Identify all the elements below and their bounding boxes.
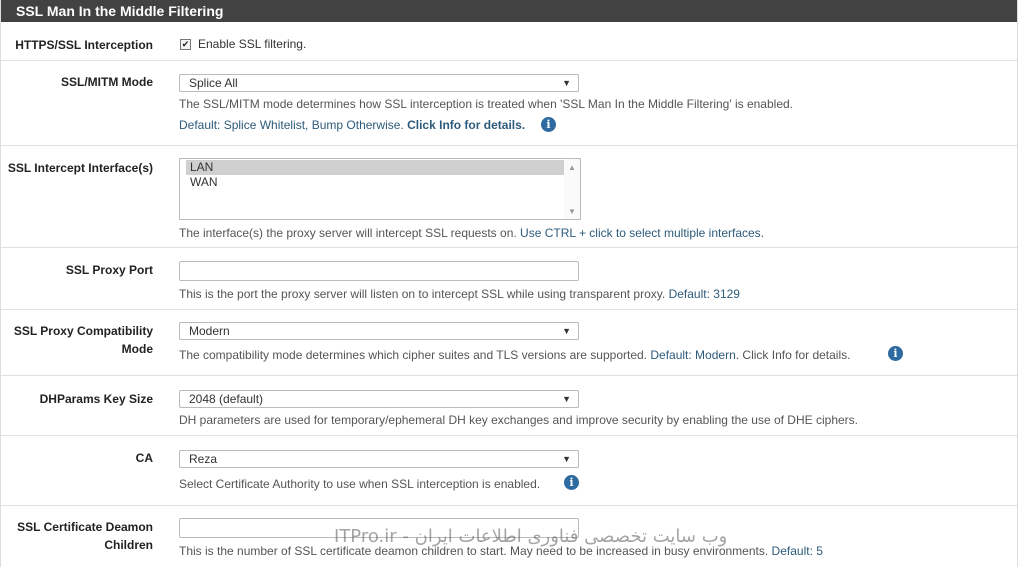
intercept-interfaces-help: The interface(s) the proxy server will i… bbox=[179, 226, 764, 240]
compat-mode-help-text: The compatibility mode determines which … bbox=[179, 348, 648, 362]
proxy-port-help: This is the port the proxy server will l… bbox=[179, 287, 740, 301]
ca-label: CA bbox=[135, 451, 153, 465]
compat-mode-label-line2: Mode bbox=[121, 342, 153, 356]
dhparams-label: DHParams Key Size bbox=[39, 392, 153, 406]
ca-value: Reza bbox=[189, 452, 218, 466]
mitm-mode-value: Splice All bbox=[189, 76, 238, 90]
compat-mode-help: The compatibility mode determines which … bbox=[179, 348, 850, 362]
info-circle-icon[interactable]: i bbox=[888, 346, 903, 361]
intercept-interfaces-help-suffix: Use CTRL + click to select multiple inte… bbox=[520, 226, 765, 240]
intercept-interfaces-listbox[interactable]: LAN WAN ▲ ▼ bbox=[179, 158, 581, 220]
info-circle-icon[interactable]: i bbox=[564, 475, 579, 490]
intercept-interfaces-label: SSL Intercept Interface(s) bbox=[7, 161, 153, 175]
proxy-port-default: Default: 3129 bbox=[668, 287, 740, 301]
caret-down-icon: ▼ bbox=[562, 454, 571, 464]
cert-daemon-label-line1: SSL Certificate Deamon bbox=[17, 520, 153, 534]
check-icon: ✔ bbox=[181, 39, 190, 49]
compat-mode-label-line1: SSL Proxy Compatibility bbox=[13, 324, 153, 338]
ca-help: Select Certificate Authority to use when… bbox=[179, 477, 541, 491]
compat-mode-select[interactable]: Modern ▼ bbox=[179, 322, 579, 340]
enable-ssl-filtering-label[interactable]: Enable SSL filtering. bbox=[198, 37, 306, 51]
listbox-scrollbar[interactable]: ▲ ▼ bbox=[564, 159, 580, 219]
mitm-mode-select[interactable]: Splice All ▼ bbox=[179, 74, 579, 92]
info-circle-icon[interactable]: i bbox=[541, 117, 556, 132]
row-ca: CA bbox=[1, 436, 1017, 506]
dhparams-value: 2048 (default) bbox=[189, 392, 264, 406]
ssl-mitm-panel: SSL Man In the Middle Filtering HTTPS/SS… bbox=[0, 0, 1018, 567]
watermark-text: ITPro.ir - وب سایت تخصصی فناوری اطلاعات … bbox=[334, 526, 728, 547]
compat-mode-info-text: Click Info for details. bbox=[742, 348, 851, 362]
dhparams-select[interactable]: 2048 (default) ▼ bbox=[179, 390, 579, 408]
cert-daemon-label: SSL Certificate Deamon Children bbox=[3, 518, 153, 554]
row-https-interception: HTTPS/SSL Interception bbox=[1, 22, 1017, 61]
intercept-interfaces-help-prefix: The interface(s) the proxy server will i… bbox=[179, 226, 517, 240]
scroll-down-icon[interactable]: ▼ bbox=[568, 207, 576, 216]
dhparams-help: DH parameters are used for temporary/eph… bbox=[179, 413, 858, 427]
ca-select[interactable]: Reza ▼ bbox=[179, 450, 579, 468]
mitm-mode-label: SSL/MITM Mode bbox=[61, 75, 153, 89]
mitm-mode-default: Default: Splice Whitelist, Bump Otherwis… bbox=[179, 118, 525, 132]
caret-down-icon: ▼ bbox=[562, 78, 571, 88]
compat-mode-label: SSL Proxy Compatibility Mode bbox=[3, 322, 153, 358]
row-compat-mode: SSL Proxy Compatibility Mode bbox=[1, 310, 1017, 376]
mitm-mode-info-link[interactable]: Click Info for details. bbox=[407, 118, 525, 132]
compat-mode-value: Modern bbox=[189, 324, 230, 338]
mitm-mode-help: The SSL/MITM mode determines how SSL int… bbox=[179, 97, 793, 111]
caret-down-icon: ▼ bbox=[562, 394, 571, 404]
interface-option-wan[interactable]: WAN bbox=[186, 175, 564, 190]
proxy-port-help-text: This is the port the proxy server will l… bbox=[179, 287, 666, 301]
mitm-mode-default-text: Default: Splice Whitelist, Bump Otherwis… bbox=[179, 118, 404, 132]
cert-daemon-label-line2: Children bbox=[104, 538, 153, 552]
proxy-port-input[interactable] bbox=[179, 261, 579, 281]
enable-ssl-filtering-checkbox[interactable]: ✔ bbox=[180, 39, 191, 50]
panel-title: SSL Man In the Middle Filtering bbox=[1, 0, 1017, 22]
proxy-port-label: SSL Proxy Port bbox=[65, 263, 153, 277]
caret-down-icon: ▼ bbox=[562, 326, 571, 336]
compat-mode-default: Default: Modern. bbox=[650, 348, 740, 362]
interface-option-lan[interactable]: LAN bbox=[186, 160, 564, 175]
scroll-up-icon[interactable]: ▲ bbox=[568, 163, 576, 172]
cert-daemon-default: Default: 5 bbox=[771, 544, 823, 558]
https-interception-label: HTTPS/SSL Interception bbox=[15, 38, 153, 52]
